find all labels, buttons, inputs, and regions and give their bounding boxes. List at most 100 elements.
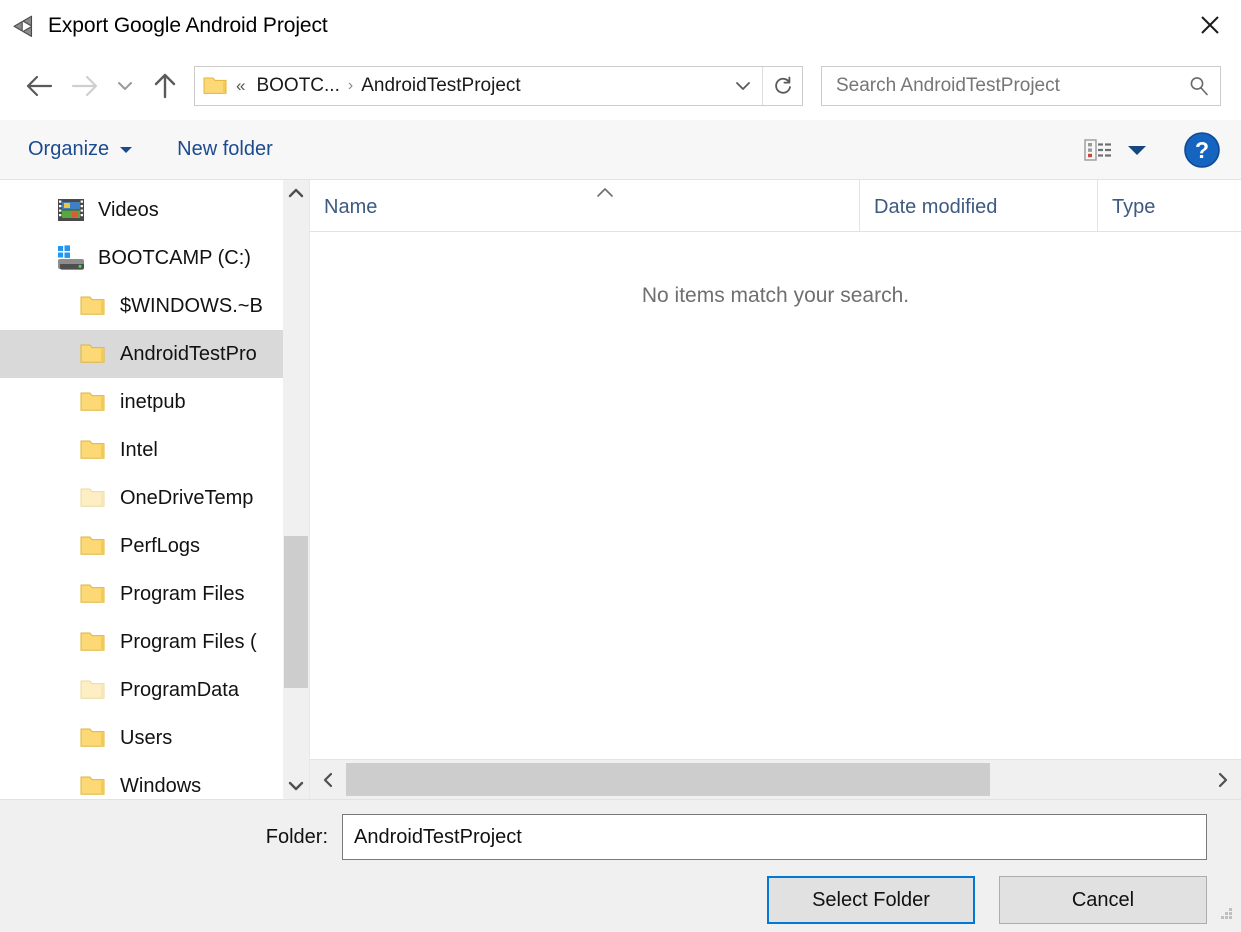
navigation-bar: « BOOTC... › AndroidTestProject Search A… [0, 52, 1241, 120]
empty-list-message: No items match your search. [641, 284, 910, 307]
folder-icon [78, 627, 108, 657]
search-input[interactable]: Search AndroidTestProject [822, 75, 1178, 97]
folder-icon [78, 483, 108, 513]
list-view-icon [1084, 138, 1111, 161]
navigation-tree-pane: Videos BOOTCAMP (C:) $WINDOWS.~B Android… [0, 180, 310, 799]
breadcrumb-segment-bootcamp[interactable]: BOOTC... [252, 75, 343, 97]
tree-item-label: Program Files ( [120, 630, 257, 653]
search-box[interactable]: Search AndroidTestProject [821, 66, 1221, 106]
cancel-button[interactable]: Cancel [999, 876, 1207, 924]
scroll-up-icon [288, 188, 304, 198]
column-header-type-label: Type [1112, 196, 1156, 218]
scroll-left-button[interactable] [310, 760, 346, 799]
up-button[interactable] [142, 63, 188, 109]
tree-item-program-files[interactable]: Program Files [0, 570, 283, 618]
tree-vertical-scrollbar[interactable] [283, 180, 309, 799]
folder-icon [78, 339, 108, 369]
address-dropdown-button[interactable] [724, 67, 762, 105]
tree-item-inetpub[interactable]: inetpub [0, 378, 283, 426]
tree-item-androidtestpro[interactable]: AndroidTestPro [0, 330, 283, 378]
command-bar: Organize New folder ? [0, 120, 1241, 180]
dialog-body: Videos BOOTCAMP (C:) $WINDOWS.~B Android… [0, 180, 1241, 800]
export-android-project-dialog: Export Google Android Project « BOOTC...… [0, 0, 1241, 932]
navigation-tree: Videos BOOTCAMP (C:) $WINDOWS.~B Android… [0, 180, 283, 799]
change-view-button[interactable] [1081, 138, 1115, 162]
resize-grip-icon[interactable] [1218, 905, 1234, 926]
column-header-name[interactable]: Name [310, 180, 860, 231]
tree-item-label: Videos [98, 198, 159, 221]
tree-item-label: Windows [120, 774, 202, 797]
tree-item-label: $WINDOWS.~B [120, 294, 263, 317]
breadcrumb-segment-androidtestproject[interactable]: AndroidTestProject [357, 75, 524, 97]
folder-icon [201, 76, 229, 96]
folder-icon [78, 579, 108, 609]
scroll-right-button[interactable] [1205, 760, 1241, 799]
tree-item-label: OneDriveTemp [120, 486, 254, 509]
folder-icon [78, 291, 108, 321]
new-folder-button[interactable]: New folder [177, 138, 273, 161]
column-header-name-label: Name [324, 196, 378, 218]
folder-label: Folder: [265, 825, 328, 848]
column-header-row: Name Date modified Type [310, 180, 1241, 232]
breadcrumb-overflow[interactable]: « [229, 76, 252, 96]
dialog-button-row: Select Folder Cancel [34, 860, 1207, 924]
up-arrow-icon [154, 73, 176, 99]
horizontal-scroll-thumb[interactable] [346, 763, 991, 796]
tree-scroll-track[interactable] [283, 206, 309, 773]
refresh-button[interactable] [762, 67, 802, 105]
chevron-down-icon [736, 82, 750, 90]
new-folder-label: New folder [177, 138, 273, 160]
sort-ascending-icon [594, 182, 616, 205]
tree-scroll-thumb[interactable] [284, 536, 308, 688]
scroll-up-button[interactable] [283, 180, 309, 206]
tree-item-label: ProgramData [120, 678, 239, 701]
tree-item-programdata[interactable]: ProgramData [0, 666, 283, 714]
organize-button[interactable]: Organize [28, 138, 133, 161]
scroll-down-icon [288, 781, 304, 791]
back-arrow-icon [26, 75, 53, 97]
scroll-right-icon [1218, 772, 1228, 787]
back-button[interactable] [16, 63, 62, 109]
column-header-type[interactable]: Type [1098, 180, 1241, 231]
folder-name-input[interactable]: AndroidTestProject [342, 814, 1207, 860]
tree-item-label: Users [120, 726, 173, 749]
chevron-down-icon [1128, 145, 1146, 155]
file-list-area[interactable]: No items match your search. [310, 232, 1241, 759]
tree-item-label: PerfLogs [120, 534, 201, 557]
svg-text:?: ? [1195, 137, 1209, 163]
column-header-date-modified[interactable]: Date modified [860, 180, 1098, 231]
forward-button[interactable] [62, 63, 108, 109]
folder-name-row: Folder: AndroidTestProject [34, 800, 1207, 860]
folder-icon [78, 723, 108, 753]
folder-icon [78, 771, 108, 799]
help-icon: ? [1184, 131, 1220, 168]
file-list-pane: Name Date modified Type No items match y… [310, 180, 1241, 799]
tree-item-label: AndroidTestPro [120, 342, 257, 365]
scroll-down-button[interactable] [283, 773, 309, 799]
tree-item-videos[interactable]: Videos [0, 186, 283, 234]
title-bar: Export Google Android Project [0, 0, 1241, 52]
tree-item-intel[interactable]: Intel [0, 426, 283, 474]
breadcrumb-separator[interactable]: › [344, 77, 357, 95]
tree-item-users[interactable]: Users [0, 714, 283, 762]
tree-item-program-files[interactable]: Program Files ( [0, 618, 283, 666]
organize-label: Organize [28, 138, 110, 160]
view-options-dropdown-button[interactable] [1115, 143, 1159, 157]
tree-item-windows[interactable]: Windows [0, 762, 283, 799]
tree-item-bootcamp-c[interactable]: BOOTCAMP (C:) [0, 234, 283, 282]
select-folder-button[interactable]: Select Folder [767, 876, 975, 924]
address-bar[interactable]: « BOOTC... › AndroidTestProject [194, 66, 803, 106]
horizontal-scroll-track[interactable] [346, 760, 1205, 799]
forward-arrow-icon [71, 75, 98, 97]
folder-icon [78, 531, 108, 561]
recent-locations-button[interactable] [108, 63, 142, 109]
tree-item-label: Program Files [120, 582, 245, 605]
tree-item-label: BOOTCAMP (C:) [98, 246, 251, 269]
tree-item-windows-b[interactable]: $WINDOWS.~B [0, 282, 283, 330]
close-button[interactable] [1179, 0, 1241, 50]
file-list-horizontal-scrollbar[interactable] [310, 759, 1241, 799]
help-button[interactable]: ? [1181, 129, 1223, 171]
tree-item-perflogs[interactable]: PerfLogs [0, 522, 283, 570]
tree-item-onedrivetemp[interactable]: OneDriveTemp [0, 474, 283, 522]
search-icon[interactable] [1178, 75, 1220, 97]
